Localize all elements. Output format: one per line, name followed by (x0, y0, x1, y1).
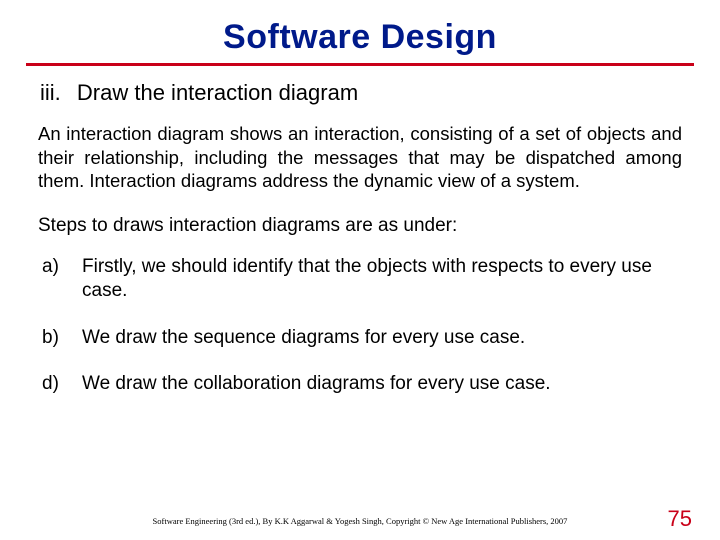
step-text: Firstly, we should identify that the obj… (82, 255, 682, 304)
section-numeral: iii. (40, 80, 61, 106)
step-label: b) (38, 326, 82, 350)
page-title: Software Design (36, 18, 684, 57)
slide: Software Design iii. Draw the interactio… (0, 0, 720, 540)
body-paragraph: An interaction diagram shows an interact… (38, 122, 682, 193)
list-item: b) We draw the sequence diagrams for eve… (38, 326, 682, 350)
page-number: 75 (668, 506, 692, 532)
step-text: We draw the sequence diagrams for every … (82, 326, 682, 350)
step-list: a) Firstly, we should identify that the … (38, 255, 682, 396)
list-item: a) Firstly, we should identify that the … (38, 255, 682, 304)
title-underline (26, 63, 694, 66)
step-label: a) (38, 255, 82, 304)
section-text: Draw the interaction diagram (77, 80, 358, 105)
steps-intro: Steps to draws interaction diagrams are … (38, 215, 682, 237)
step-text: We draw the collaboration diagrams for e… (82, 372, 682, 396)
section-heading: iii. Draw the interaction diagram (40, 80, 684, 106)
list-item: d) We draw the collaboration diagrams fo… (38, 372, 682, 396)
step-label: d) (38, 372, 82, 396)
footer-citation: Software Engineering (3rd ed.), By K.K A… (0, 516, 720, 526)
